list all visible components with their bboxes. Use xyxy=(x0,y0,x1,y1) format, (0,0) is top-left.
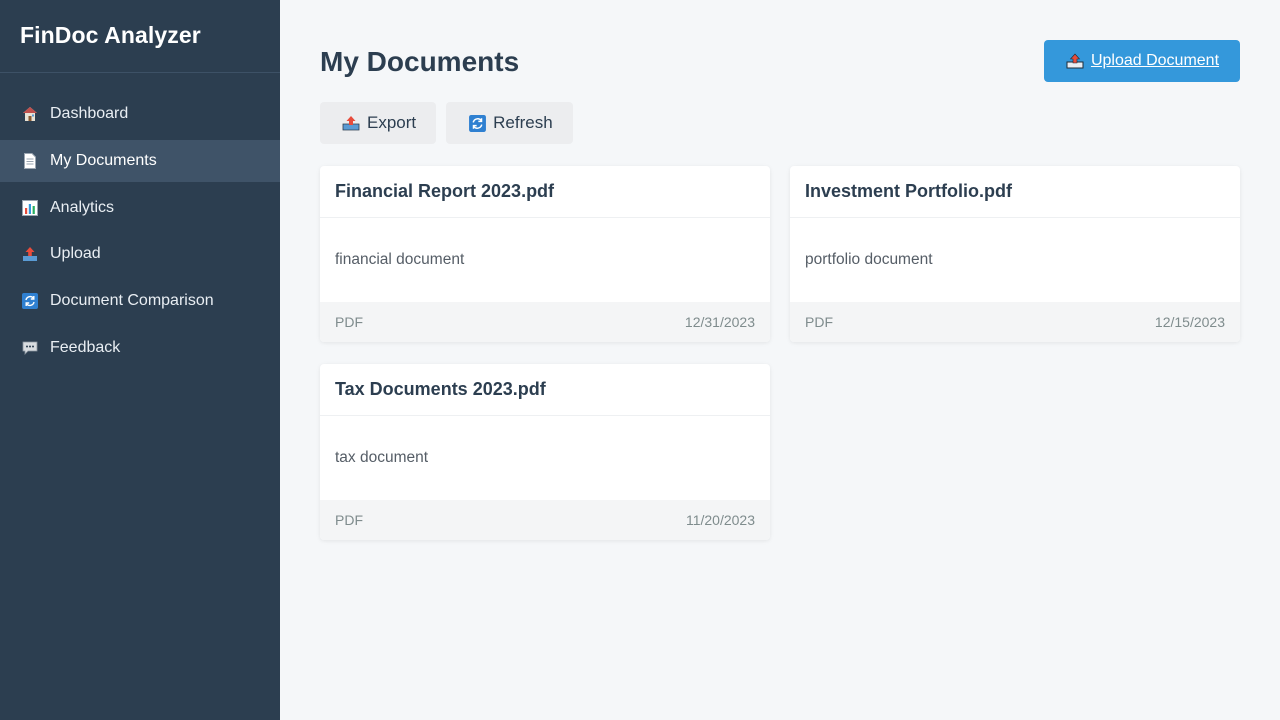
refresh-icon xyxy=(20,291,40,311)
document-date: 12/31/2023 xyxy=(684,314,755,330)
document-name: Investment Portfolio.pdf xyxy=(790,166,1240,218)
sidebar-item-label: Upload xyxy=(50,245,101,263)
document-date: 12/15/2023 xyxy=(1154,314,1225,330)
sidebar-item-label: My Documents xyxy=(50,151,157,169)
document-description: tax document xyxy=(335,449,429,466)
sidebar-item-dashboard[interactable]: Dashboard xyxy=(0,93,280,135)
bar-chart-icon xyxy=(20,198,40,218)
upload-document-button[interactable]: Upload Document xyxy=(1044,40,1240,82)
document-grid: Financial Report 2023.pdf financial docu… xyxy=(320,166,1240,540)
sidebar-nav: Dashboard My Documents Analytics Upload … xyxy=(0,73,280,369)
document-type: PDF xyxy=(805,314,833,330)
document-date: 11/20/2023 xyxy=(685,512,755,528)
document-name: Financial Report 2023.pdf xyxy=(320,166,770,218)
page-title: My Documents xyxy=(320,46,520,77)
sidebar-item-label: Document Comparison xyxy=(50,292,214,310)
upload-tray-icon xyxy=(1065,52,1085,70)
document-type: PDF xyxy=(335,512,363,528)
sidebar-item-label: Dashboard xyxy=(50,105,129,122)
document-name: Tax Documents 2023.pdf xyxy=(320,364,770,416)
document-description: financial document xyxy=(335,251,465,268)
speech-bubble-icon xyxy=(20,338,40,358)
refresh-button[interactable]: Refresh xyxy=(446,102,573,144)
document-icon xyxy=(20,151,40,171)
upload-document-label: Upload Document xyxy=(1090,52,1220,69)
document-footer: PDF 12/15/2023 xyxy=(790,302,1240,342)
sidebar-item-my-documents[interactable]: My Documents xyxy=(0,139,280,182)
sidebar: FinDoc Analyzer Dashboard My Documents A… xyxy=(0,0,280,720)
app-title: FinDoc Analyzer xyxy=(0,0,280,73)
document-type: PDF xyxy=(335,314,363,330)
toolbar: Export Refresh xyxy=(320,102,1240,144)
document-footer: PDF 12/31/2023 xyxy=(320,302,770,342)
document-footer: PDF 11/20/2023 xyxy=(320,500,770,540)
document-description: portfolio document xyxy=(805,251,933,268)
sidebar-item-analytics[interactable]: Analytics xyxy=(0,187,280,229)
sidebar-item-document-comparison[interactable]: Document Comparison xyxy=(0,280,280,322)
export-label: Export xyxy=(367,113,417,132)
page-header: My Documents Upload Document xyxy=(320,40,1240,102)
sidebar-item-label: Feedback xyxy=(50,338,121,356)
refresh-icon xyxy=(467,113,487,133)
house-icon xyxy=(20,104,40,124)
sidebar-item-upload[interactable]: Upload xyxy=(0,233,280,275)
main-content: My Documents Upload Document Export Refr… xyxy=(280,0,1280,720)
sidebar-item-label: Analytics xyxy=(50,198,115,216)
upload-tray-icon xyxy=(341,113,361,133)
document-card[interactable]: Investment Portfolio.pdf portfolio docum… xyxy=(790,166,1240,342)
refresh-label: Refresh xyxy=(493,113,553,132)
document-card[interactable]: Tax Documents 2023.pdf tax document PDF … xyxy=(320,364,770,540)
document-card[interactable]: Financial Report 2023.pdf financial docu… xyxy=(320,166,770,342)
export-button[interactable]: Export xyxy=(320,102,437,144)
sidebar-item-feedback[interactable]: Feedback xyxy=(0,327,280,369)
upload-tray-icon xyxy=(20,244,40,264)
